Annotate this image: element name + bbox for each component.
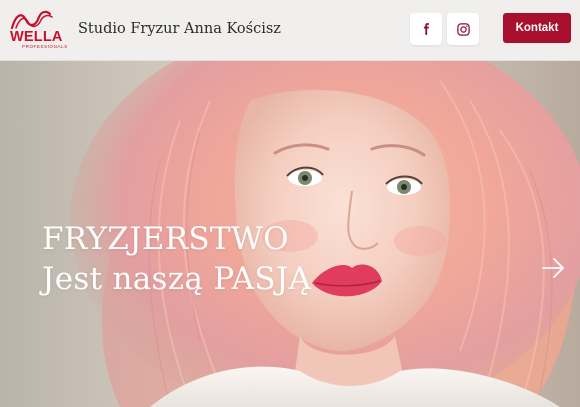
contact-button[interactable]: Kontakt: [503, 13, 571, 43]
instagram-button[interactable]: [447, 13, 479, 45]
wella-logo[interactable]: WELLA PROFESSIONALS: [8, 8, 68, 52]
site-title[interactable]: Studio Fryzur Anna Kościsz: [78, 19, 281, 39]
hero-headline: FRYZJERSTWO Jest naszą PASJĄ: [42, 219, 311, 299]
logo-brand-text: WELLA: [10, 29, 63, 45]
logo-subtitle: PROFESSIONALS: [22, 44, 68, 49]
page: WELLA PROFESSIONALS Studio Fryzur Anna K…: [0, 0, 580, 407]
instagram-icon: [456, 22, 470, 36]
chevron-right-icon: [542, 258, 564, 278]
carousel-next-button[interactable]: [539, 254, 567, 282]
hero-headline-line2: Jest naszą PASJĄ: [42, 261, 312, 297]
hero-banner: FRYZJERSTWO Jest naszą PASJĄ: [0, 61, 580, 407]
site-header: WELLA PROFESSIONALS Studio Fryzur Anna K…: [0, 0, 580, 61]
hero-headline-line1: FRYZJERSTWO: [42, 221, 289, 257]
facebook-icon: [423, 23, 429, 35]
facebook-button[interactable]: [410, 13, 442, 45]
